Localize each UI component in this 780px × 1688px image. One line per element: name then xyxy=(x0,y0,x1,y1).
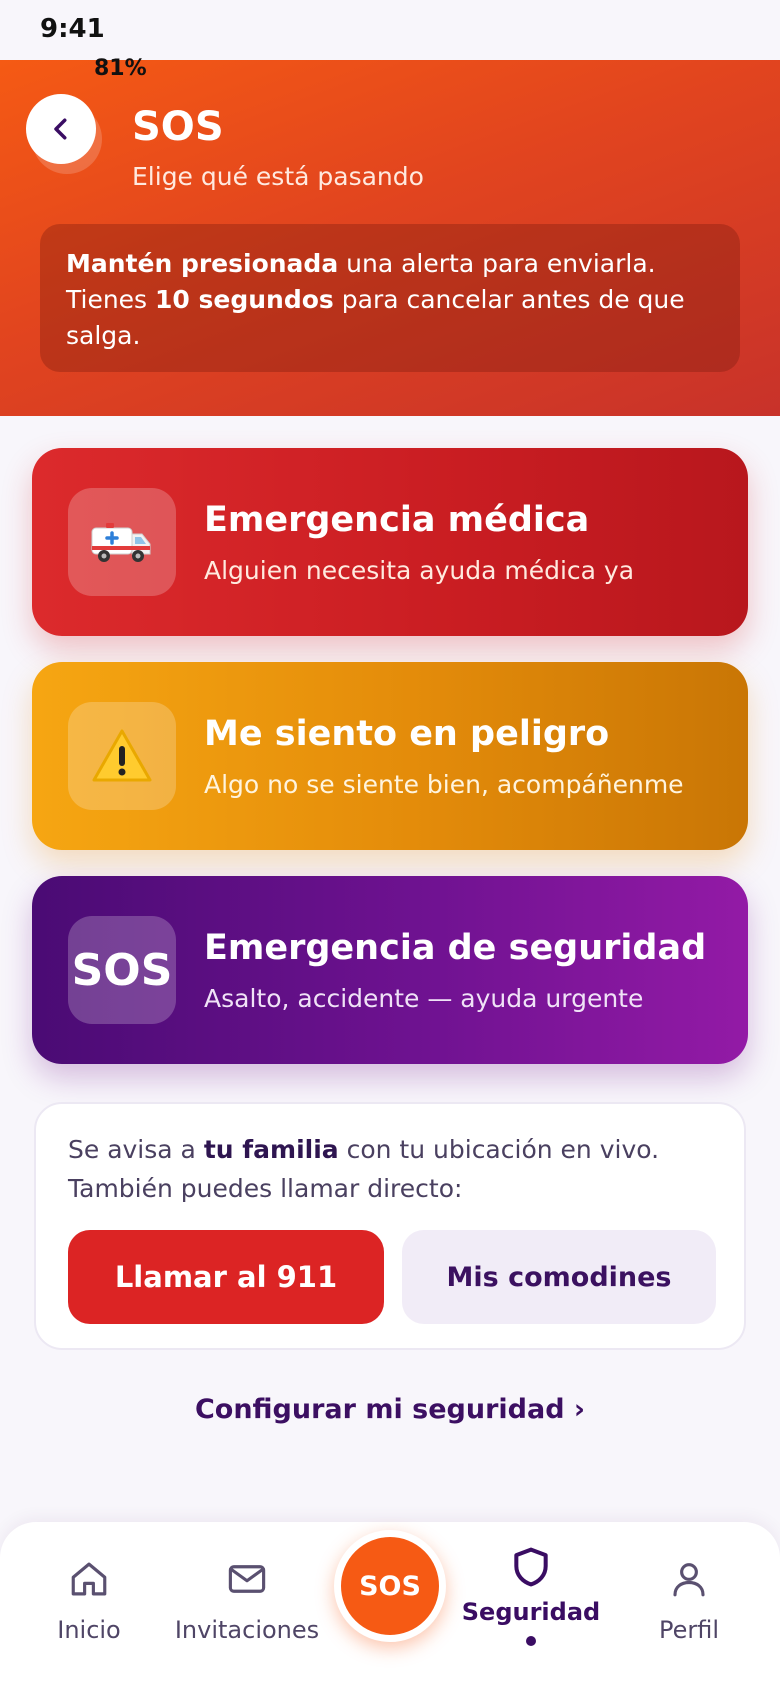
status-bar: 9:41 xyxy=(0,0,780,60)
medical-emergency-card[interactable]: Emergencia médica Alguien necesita ayuda… xyxy=(32,448,748,636)
nav-item-seguridad[interactable]: Seguridad xyxy=(456,1542,606,1646)
ambulance-icon xyxy=(68,488,176,596)
configure-security-link[interactable]: Configurar mi seguridad › xyxy=(0,1394,780,1425)
warning-icon xyxy=(68,702,176,810)
family-text-1: Se avisa a xyxy=(68,1135,204,1164)
user-icon xyxy=(673,1563,705,1597)
nav-label: Inicio xyxy=(57,1616,121,1644)
nav-item-perfil[interactable]: Perfil xyxy=(614,1554,764,1644)
sos-fab-button[interactable]: SOS xyxy=(334,1530,446,1642)
sos-icon: SOS xyxy=(68,916,176,1024)
notice-bold-hold: Mantén presionada xyxy=(66,249,339,278)
card-description: Algo no se siente bien, acompáñenme xyxy=(204,770,684,799)
card-title: Emergencia médica xyxy=(204,500,590,540)
page-title: SOS xyxy=(132,104,224,150)
shield-icon xyxy=(514,1547,548,1587)
hold-instruction-notice: Mantén presionada una alerta para enviar… xyxy=(40,224,740,372)
card-title: Emergencia de seguridad xyxy=(204,928,707,968)
card-description: Alguien necesita ayuda médica ya xyxy=(204,556,635,585)
card-title: Me siento en peligro xyxy=(204,714,610,754)
chevron-left-icon xyxy=(54,118,67,140)
nav-item-invitaciones[interactable]: Invitaciones xyxy=(172,1554,322,1644)
notice-bold-seconds: 10 segundos xyxy=(155,285,334,314)
active-indicator xyxy=(526,1636,536,1646)
back-button[interactable] xyxy=(26,94,96,164)
status-time: 9:41 xyxy=(40,14,105,44)
battery-level: 81% xyxy=(94,56,147,81)
nav-label: Seguridad xyxy=(461,1598,601,1626)
family-notice-text: Se avisa a tu familia con tu ubicación e… xyxy=(68,1130,728,1208)
security-emergency-card[interactable]: SOS Emergencia de seguridad Asalto, acci… xyxy=(32,876,748,1064)
nav-label: Invitaciones xyxy=(174,1616,320,1644)
mis-comodines-button[interactable]: Mis comodines xyxy=(402,1230,716,1324)
family-notice-box: Se avisa a tu familia con tu ubicación e… xyxy=(34,1102,746,1350)
page-subtitle: Elige qué está pasando xyxy=(132,162,424,191)
nav-item-inicio[interactable]: Inicio xyxy=(14,1554,164,1644)
mail-icon xyxy=(228,1565,266,1593)
call-911-button[interactable]: Llamar al 911 xyxy=(68,1230,384,1324)
danger-alert-card[interactable]: Me siento en peligro Algo no se siente b… xyxy=(32,662,748,850)
card-description: Asalto, accidente — ayuda urgente xyxy=(204,984,644,1013)
home-icon xyxy=(71,1562,107,1596)
nav-label: Perfil xyxy=(658,1616,720,1644)
family-text-bold: tu familia xyxy=(203,1135,339,1164)
